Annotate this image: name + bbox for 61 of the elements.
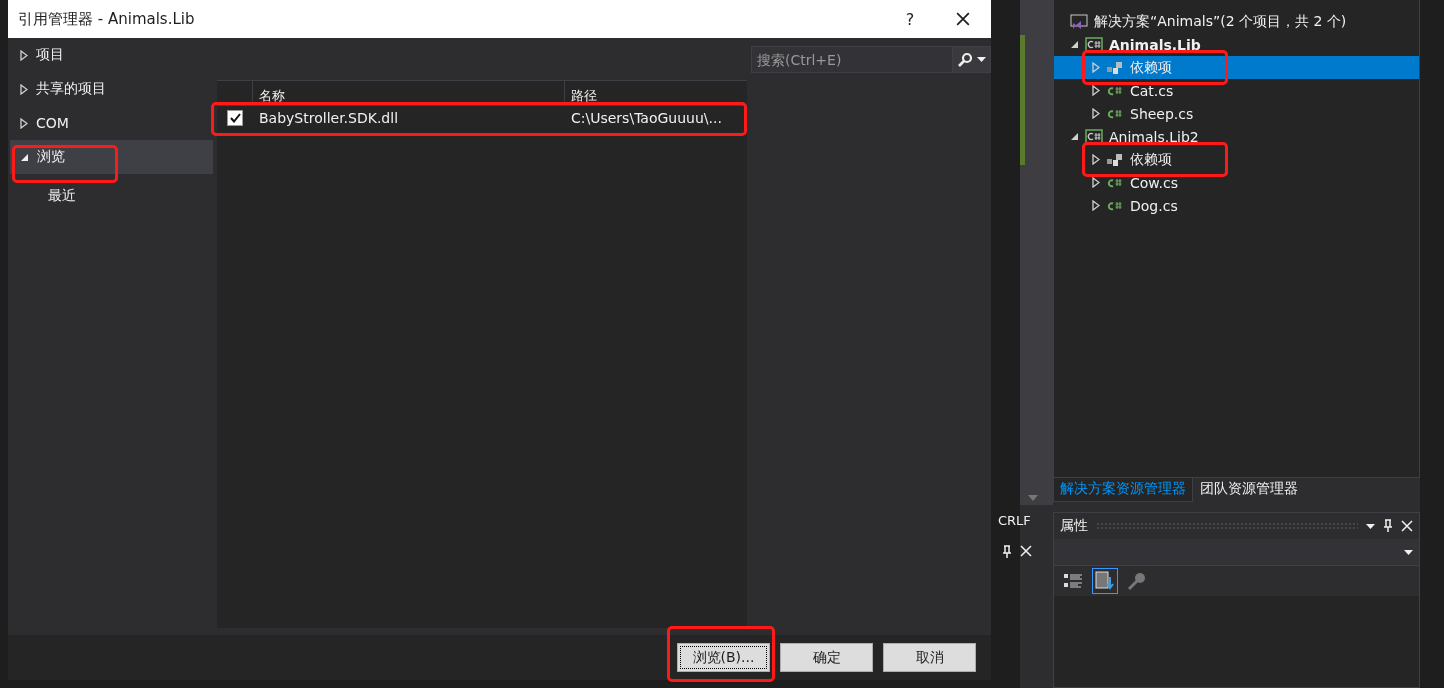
dropdown-icon[interactable] <box>1366 523 1375 529</box>
nav-item[interactable]: 共享的项目 <box>10 72 213 106</box>
collapsed-icon[interactable] <box>1092 85 1100 96</box>
expanded-icon[interactable] <box>1070 132 1079 141</box>
nav-item[interactable]: 浏览 <box>10 140 213 174</box>
tree-item[interactable]: 依赖项 <box>1054 56 1419 79</box>
tree-item[interactable]: Animals.Lib <box>1054 33 1419 56</box>
pin-icon[interactable] <box>1002 545 1012 559</box>
nav-item[interactable]: COM <box>10 106 213 140</box>
column-header[interactable]: 名称 <box>252 81 564 105</box>
dialog-title: 引用管理器 - Animals.Lib <box>18 9 196 29</box>
tree-item[interactable]: Cat.cs <box>1054 79 1419 102</box>
tree-item[interactable]: 依赖项 <box>1054 148 1419 171</box>
search-icon[interactable] <box>957 51 973 68</box>
expanded-icon[interactable] <box>20 152 29 162</box>
dialog-button[interactable]: 浏览(B)... <box>677 643 770 672</box>
nav-item[interactable]: 项目 <box>10 38 213 72</box>
csharp-file-icon <box>1106 176 1124 189</box>
dialog-button[interactable]: 确定 <box>780 643 873 672</box>
key-icon <box>1127 571 1147 591</box>
collapsed-icon[interactable] <box>1092 154 1100 165</box>
dialog-button[interactable]: 取消 <box>883 643 976 672</box>
caret-icon[interactable] <box>1404 549 1413 555</box>
collapsed-icon[interactable] <box>1092 177 1100 188</box>
collapsed-icon[interactable] <box>1092 108 1100 119</box>
search-button[interactable] <box>953 46 991 73</box>
help-button[interactable]: ? <box>885 9 935 29</box>
tree-item[interactable]: Dog.cs <box>1054 194 1419 217</box>
collapsed-icon[interactable] <box>20 49 28 61</box>
csharp-file-icon <box>1106 199 1124 212</box>
list-icon <box>1064 573 1082 589</box>
tree-item[interactable]: Sheep.cs <box>1054 102 1419 125</box>
checkbox[interactable] <box>227 110 243 126</box>
column-header[interactable]: 路径 <box>564 81 747 105</box>
search-input[interactable]: 搜索(Ctrl+E) <box>751 46 953 73</box>
csharp-file-icon <box>1106 84 1124 97</box>
expanded-icon[interactable] <box>1070 40 1079 49</box>
collapsed-icon[interactable] <box>20 117 28 129</box>
tree-item[interactable]: 解决方案“Animals”(2 个项目，共 2 个) <box>1054 10 1419 33</box>
dependencies-icon <box>1106 152 1124 167</box>
nav-item[interactable]: 最近 <box>10 174 213 218</box>
collapsed-icon[interactable] <box>1092 200 1100 211</box>
panel-title: 属性 <box>1060 517 1088 535</box>
table-cell-text: C:\Users\TaoGuuuu\... <box>570 110 723 126</box>
dependencies-icon <box>1106 60 1124 75</box>
collapsed-icon[interactable] <box>20 83 28 95</box>
close-icon[interactable] <box>956 12 970 26</box>
reference-row[interactable]: BabyStroller.SDK.dll C:\Users\TaoGuuuu\... <box>217 106 747 130</box>
csharp-file-icon <box>1106 107 1124 120</box>
alphabetical-button[interactable] <box>1092 568 1118 594</box>
sort-icon <box>1095 571 1115 591</box>
line-ending-label[interactable]: CRLF <box>998 505 1053 535</box>
pin-icon[interactable] <box>1383 519 1393 533</box>
table-cell-text: BabyStroller.SDK.dll <box>258 110 400 126</box>
tree-item[interactable]: Cow.cs <box>1054 171 1419 194</box>
panel-tab[interactable]: 团队资源管理器 <box>1193 478 1305 502</box>
tree-item[interactable]: Animals.Lib2 <box>1054 125 1419 148</box>
panel-tab[interactable]: 解决方案资源管理器 <box>1053 478 1193 502</box>
caret-icon[interactable] <box>977 57 986 62</box>
solution-icon <box>1070 13 1088 30</box>
scrollbar[interactable] <box>1020 0 1053 505</box>
